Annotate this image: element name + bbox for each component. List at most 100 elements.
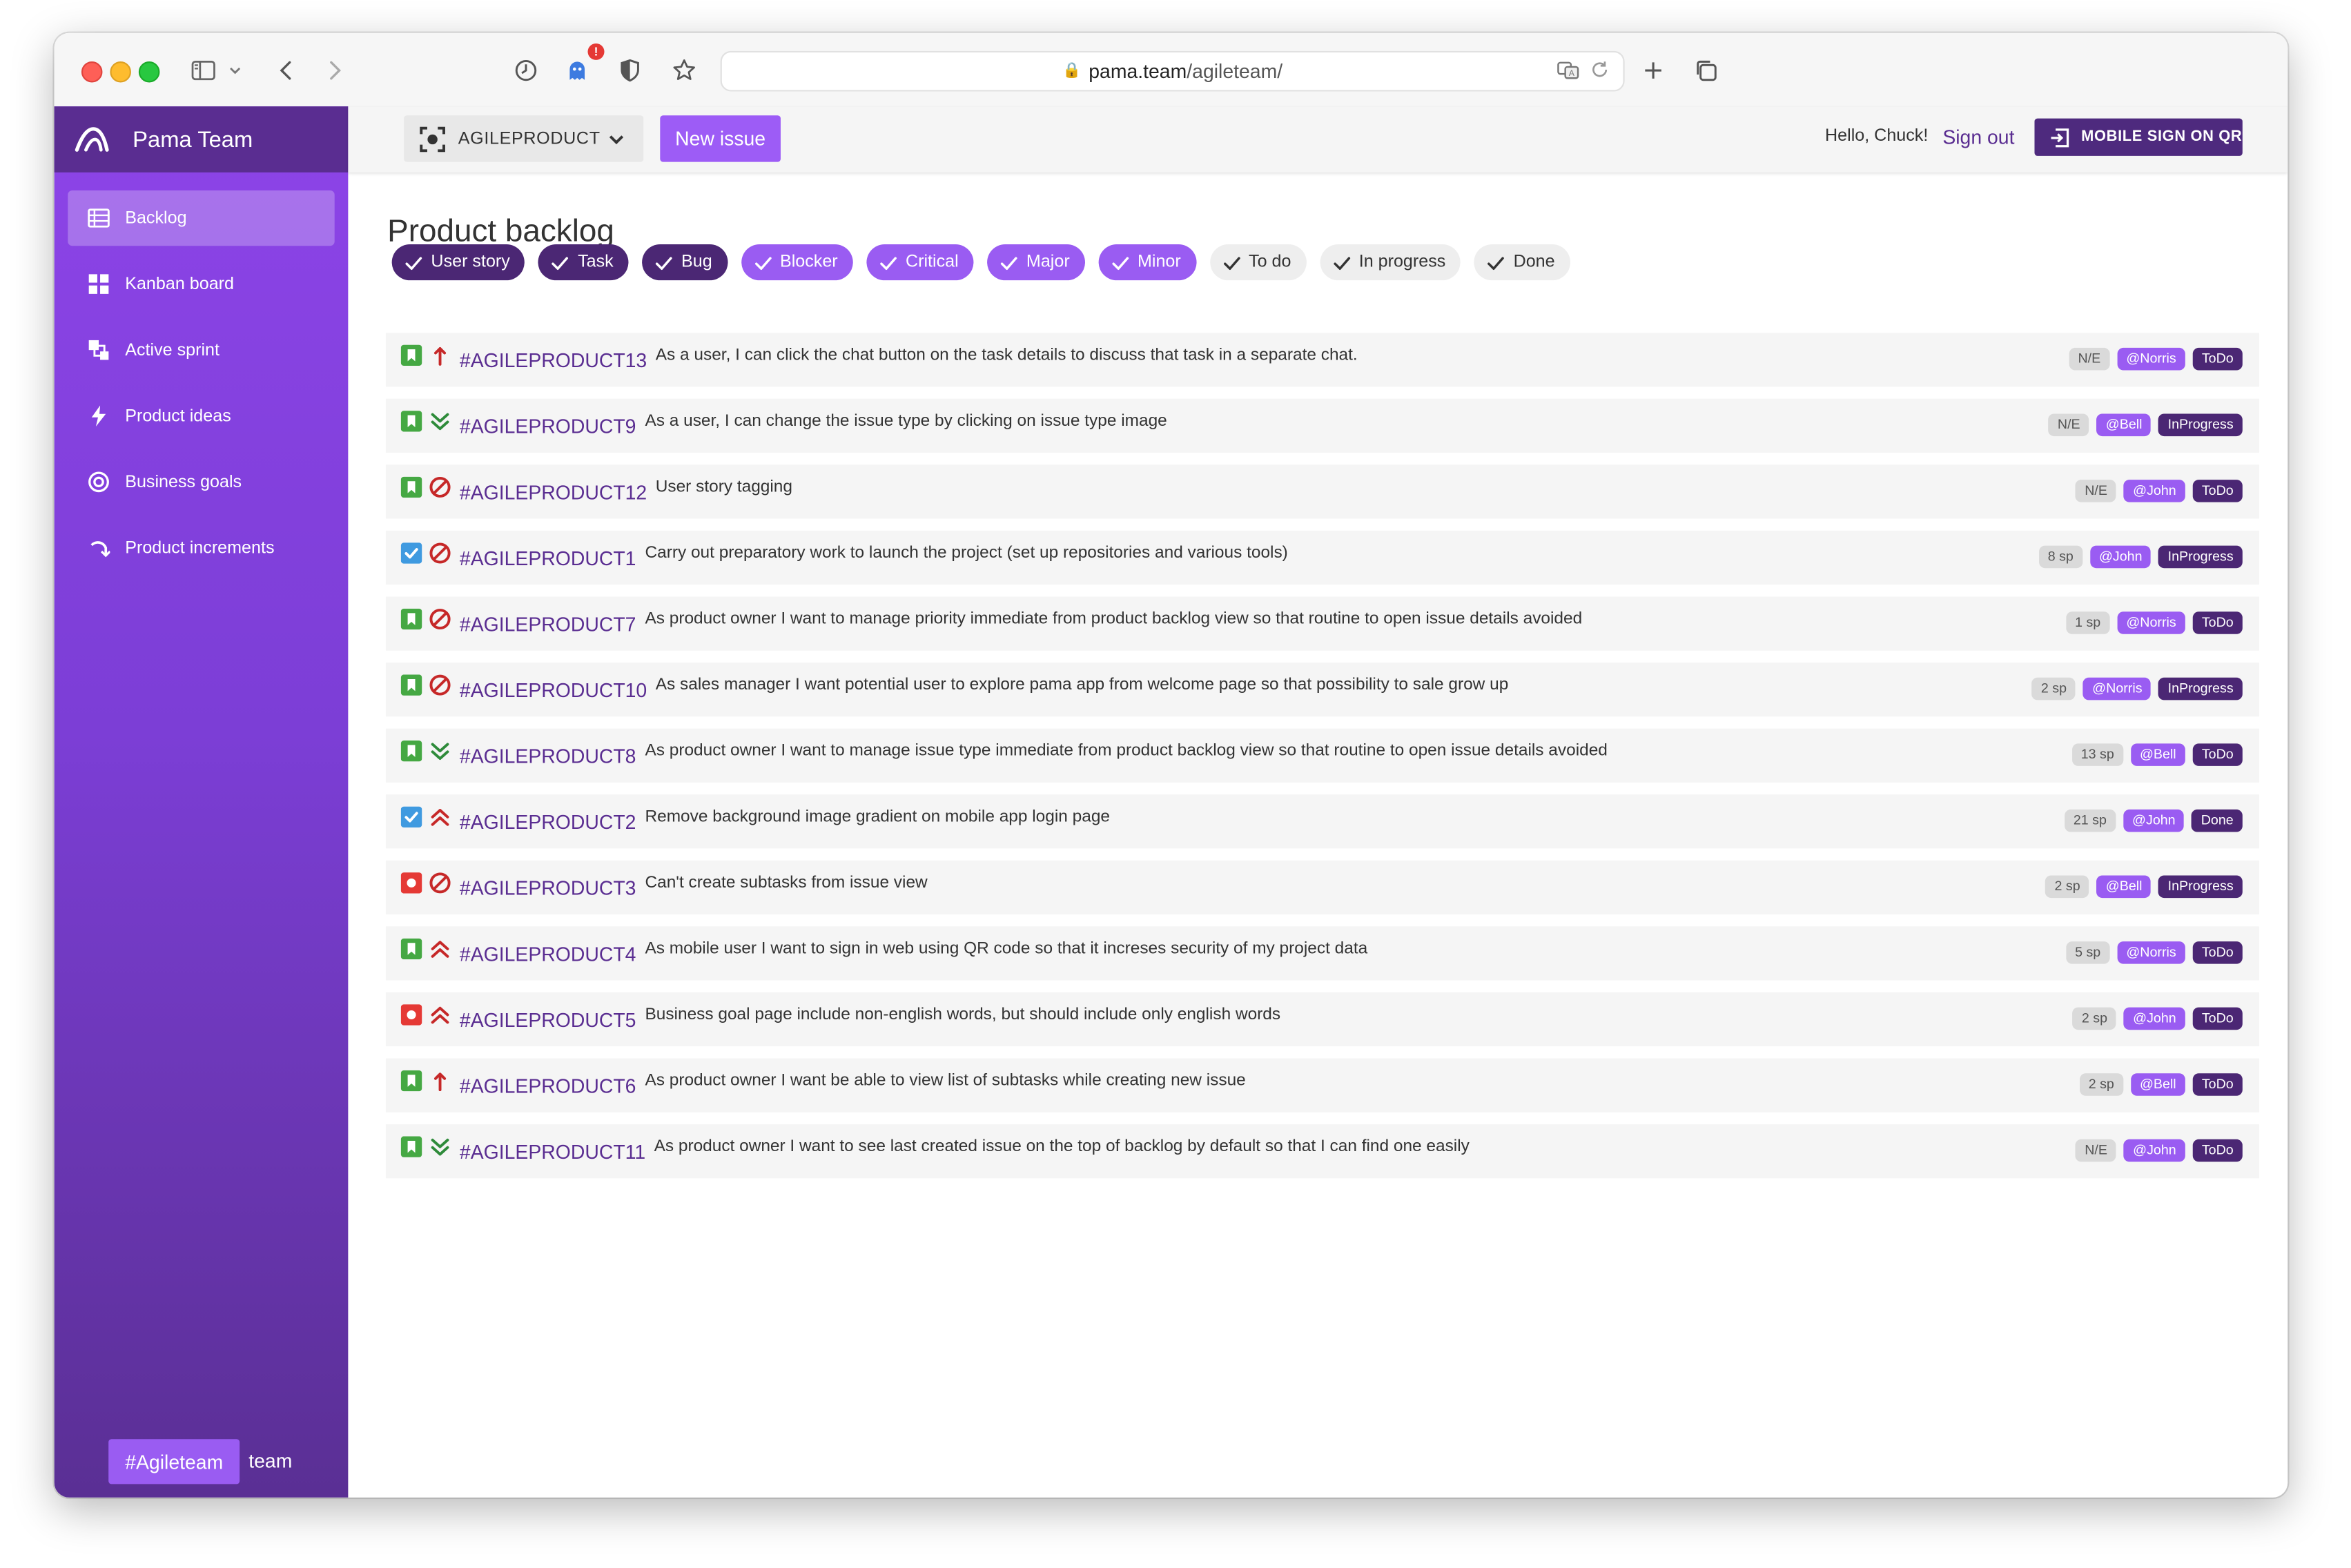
sidebar-item-backlog[interactable]: Backlog xyxy=(68,190,335,246)
brand-header[interactable]: Pama Team xyxy=(54,106,349,173)
issue-key[interactable]: #AGILEPRODUCT5 xyxy=(460,1009,636,1032)
critical-priority-icon[interactable] xyxy=(428,343,452,367)
mobile-sign-on-qr-button[interactable]: MOBILE SIGN ON QR xyxy=(2034,118,2243,156)
minor-priority-icon[interactable] xyxy=(428,739,452,763)
team-tag[interactable]: #Agileteam xyxy=(108,1439,240,1484)
estimate-badge[interactable]: N/E xyxy=(2076,1139,2117,1162)
issue-row[interactable]: #AGILEPRODUCT8 As product owner I want to… xyxy=(385,728,2259,783)
user-story-icon[interactable] xyxy=(400,674,422,696)
back-arrow-icon[interactable] xyxy=(271,55,302,85)
assignee-badge[interactable]: @Norris xyxy=(2117,347,2185,371)
critical-priority-icon[interactable] xyxy=(428,1069,452,1093)
issue-row[interactable]: #AGILEPRODUCT7 As product owner I want to… xyxy=(385,596,2259,651)
zoom-window-button[interactable] xyxy=(138,61,160,83)
estimate-badge[interactable]: 2 sp xyxy=(2031,677,2076,700)
user-story-icon[interactable] xyxy=(400,1136,422,1157)
issue-key[interactable]: #AGILEPRODUCT6 xyxy=(460,1075,636,1097)
issue-row[interactable]: #AGILEPRODUCT2 Remove background image gr… xyxy=(385,794,2259,849)
status-badge[interactable]: ToDo xyxy=(2192,1139,2243,1162)
issue-key[interactable]: #AGILEPRODUCT10 xyxy=(460,679,647,702)
new-tab-plus-icon[interactable] xyxy=(1638,55,1668,85)
assignee-badge[interactable]: @John xyxy=(2124,1139,2185,1162)
minimize-window-button[interactable] xyxy=(110,61,131,83)
issue-row[interactable]: #AGILEPRODUCT13 As a user, I can click th… xyxy=(385,333,2259,387)
issue-row[interactable]: #AGILEPRODUCT9 As a user, I can change th… xyxy=(385,398,2259,453)
reload-icon[interactable] xyxy=(1588,59,1611,81)
user-story-icon[interactable] xyxy=(400,411,422,432)
sidebar-item-active-sprint[interactable]: Active sprint xyxy=(68,322,334,378)
issue-row[interactable]: #AGILEPRODUCT11 As product owner I want t… xyxy=(385,1124,2259,1179)
status-badge[interactable]: InProgress xyxy=(2158,413,2243,437)
assignee-badge[interactable]: @Bell xyxy=(2130,743,2185,766)
task-icon[interactable] xyxy=(400,542,422,564)
minor-priority-icon[interactable] xyxy=(428,1135,452,1159)
estimate-badge[interactable]: 1 sp xyxy=(2065,611,2110,634)
history-clock-icon[interactable] xyxy=(511,55,541,85)
estimate-badge[interactable]: 13 sp xyxy=(2071,743,2123,766)
assignee-badge[interactable]: @Bell xyxy=(2130,1073,2185,1096)
issue-key[interactable]: #AGILEPRODUCT4 xyxy=(460,943,636,966)
status-badge[interactable]: ToDo xyxy=(2192,347,2243,371)
translate-icon[interactable]: A xyxy=(1557,59,1579,81)
sign-out-link[interactable]: Sign out xyxy=(1942,126,2014,148)
filter-chip[interactable]: Major xyxy=(987,244,1085,281)
issue-row[interactable]: #AGILEPRODUCT5 Business goal page include… xyxy=(385,992,2259,1047)
estimate-badge[interactable]: 21 sp xyxy=(2064,809,2116,832)
forward-arrow-icon[interactable] xyxy=(320,55,350,85)
user-story-icon[interactable] xyxy=(400,741,422,762)
major-priority-icon[interactable] xyxy=(428,805,452,829)
assignee-badge[interactable]: @John xyxy=(2089,545,2152,569)
status-badge[interactable]: ToDo xyxy=(2192,1007,2243,1030)
status-badge[interactable]: InProgress xyxy=(2158,545,2243,569)
close-window-button[interactable] xyxy=(81,61,103,83)
minor-priority-icon[interactable] xyxy=(428,409,452,433)
estimate-badge[interactable]: N/E xyxy=(2069,347,2110,371)
user-story-icon[interactable] xyxy=(400,344,422,366)
assignee-badge[interactable]: @Bell xyxy=(2096,875,2152,899)
major-priority-icon[interactable] xyxy=(428,937,452,961)
filter-chip[interactable]: Blocker xyxy=(741,244,853,281)
bug-icon[interactable] xyxy=(400,1004,422,1026)
estimate-badge[interactable]: N/E xyxy=(2048,413,2089,437)
star-bookmark-icon[interactable] xyxy=(669,55,699,85)
estimate-badge[interactable]: 2 sp xyxy=(2045,875,2089,899)
status-badge[interactable]: InProgress xyxy=(2158,677,2243,700)
sidebar-toggle-icon[interactable] xyxy=(187,55,220,85)
estimate-badge[interactable]: 5 sp xyxy=(2065,941,2110,964)
bug-icon[interactable] xyxy=(400,872,422,894)
status-badge[interactable]: ToDo xyxy=(2192,941,2243,964)
issue-key[interactable]: #AGILEPRODUCT1 xyxy=(460,547,636,570)
blocker-priority-icon[interactable] xyxy=(428,871,452,895)
estimate-badge[interactable]: 2 sp xyxy=(2079,1073,2123,1096)
issue-key[interactable]: #AGILEPRODUCT8 xyxy=(460,745,636,768)
sidebar-item-business-goals[interactable]: Business goals xyxy=(68,454,334,509)
filter-chip[interactable]: Task xyxy=(538,244,629,281)
issue-row[interactable]: #AGILEPRODUCT12 User story tagging N/E @Joh… xyxy=(385,464,2259,519)
assignee-badge[interactable]: @Bell xyxy=(2096,413,2152,437)
major-priority-icon[interactable] xyxy=(428,1003,452,1027)
filter-chip[interactable]: User story xyxy=(391,244,525,281)
filter-chip[interactable]: To do xyxy=(1209,244,1307,281)
issue-row[interactable]: #AGILEPRODUCT1 Carry out preparatory work… xyxy=(385,530,2259,585)
issue-key[interactable]: #AGILEPRODUCT9 xyxy=(460,415,636,438)
filter-chip[interactable]: Minor xyxy=(1098,244,1196,281)
issue-key[interactable]: #AGILEPRODUCT3 xyxy=(460,877,636,900)
blocker-priority-icon[interactable] xyxy=(428,476,452,500)
estimate-badge[interactable]: N/E xyxy=(2076,480,2117,502)
issue-key[interactable]: #AGILEPRODUCT12 xyxy=(460,481,647,504)
status-badge[interactable]: ToDo xyxy=(2192,743,2243,766)
user-story-icon[interactable] xyxy=(400,938,422,960)
blocker-priority-icon[interactable] xyxy=(428,541,452,565)
filter-chip[interactable]: Critical xyxy=(866,244,974,281)
issue-key[interactable]: #AGILEPRODUCT11 xyxy=(460,1141,645,1164)
issue-key[interactable]: #AGILEPRODUCT2 xyxy=(460,811,636,834)
assignee-badge[interactable]: @Norris xyxy=(2117,611,2185,634)
status-badge[interactable]: ToDo xyxy=(2192,1073,2243,1096)
shield-icon[interactable] xyxy=(615,55,645,85)
user-story-icon[interactable] xyxy=(400,608,422,630)
issue-row[interactable]: #AGILEPRODUCT10 As sales manager I want p… xyxy=(385,663,2259,717)
assignee-badge[interactable]: @Norris xyxy=(2117,941,2185,964)
project-selector[interactable]: AGILEPRODUCT xyxy=(404,115,644,162)
chevron-down-icon[interactable] xyxy=(226,55,244,85)
assignee-badge[interactable]: @Norris xyxy=(2083,677,2152,700)
